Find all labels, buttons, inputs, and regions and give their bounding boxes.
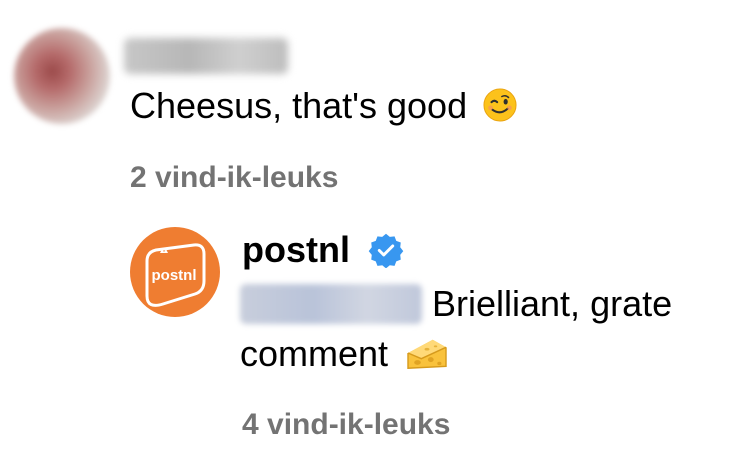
postnl-avatar[interactable]: postnl	[130, 227, 220, 317]
reply-text-line2: comment	[240, 333, 389, 374]
postnl-logo-icon: postnl	[145, 243, 206, 307]
reply-username[interactable]: postnl	[242, 229, 350, 270]
comment-likes-count[interactable]: 2 vind-ik-leuks	[130, 160, 338, 196]
cheese-icon	[407, 339, 447, 369]
comment-body: Cheesus, that's good	[130, 82, 517, 130]
reply-author: postnl	[242, 228, 404, 272]
commenter-username-redacted[interactable]	[124, 38, 288, 74]
verified-badge-icon	[368, 233, 404, 268]
reply-body-line1: Brielliant, grate	[240, 280, 672, 328]
reply-body-line2: comment	[240, 330, 450, 378]
postnl-logo-text: postnl	[152, 267, 197, 284]
winking-face-icon	[483, 88, 517, 122]
reply-likes-count[interactable]: 4 vind-ik-leuks	[242, 407, 450, 443]
comment-thread: Cheesus, that's good 2 vind-ik-leuks pos…	[0, 0, 746, 466]
reply-text-line1: Brielliant, grate	[432, 283, 673, 324]
mention-redacted[interactable]	[240, 284, 422, 324]
comment-text: Cheesus, that's good	[130, 85, 468, 126]
commenter-avatar[interactable]	[14, 28, 110, 124]
